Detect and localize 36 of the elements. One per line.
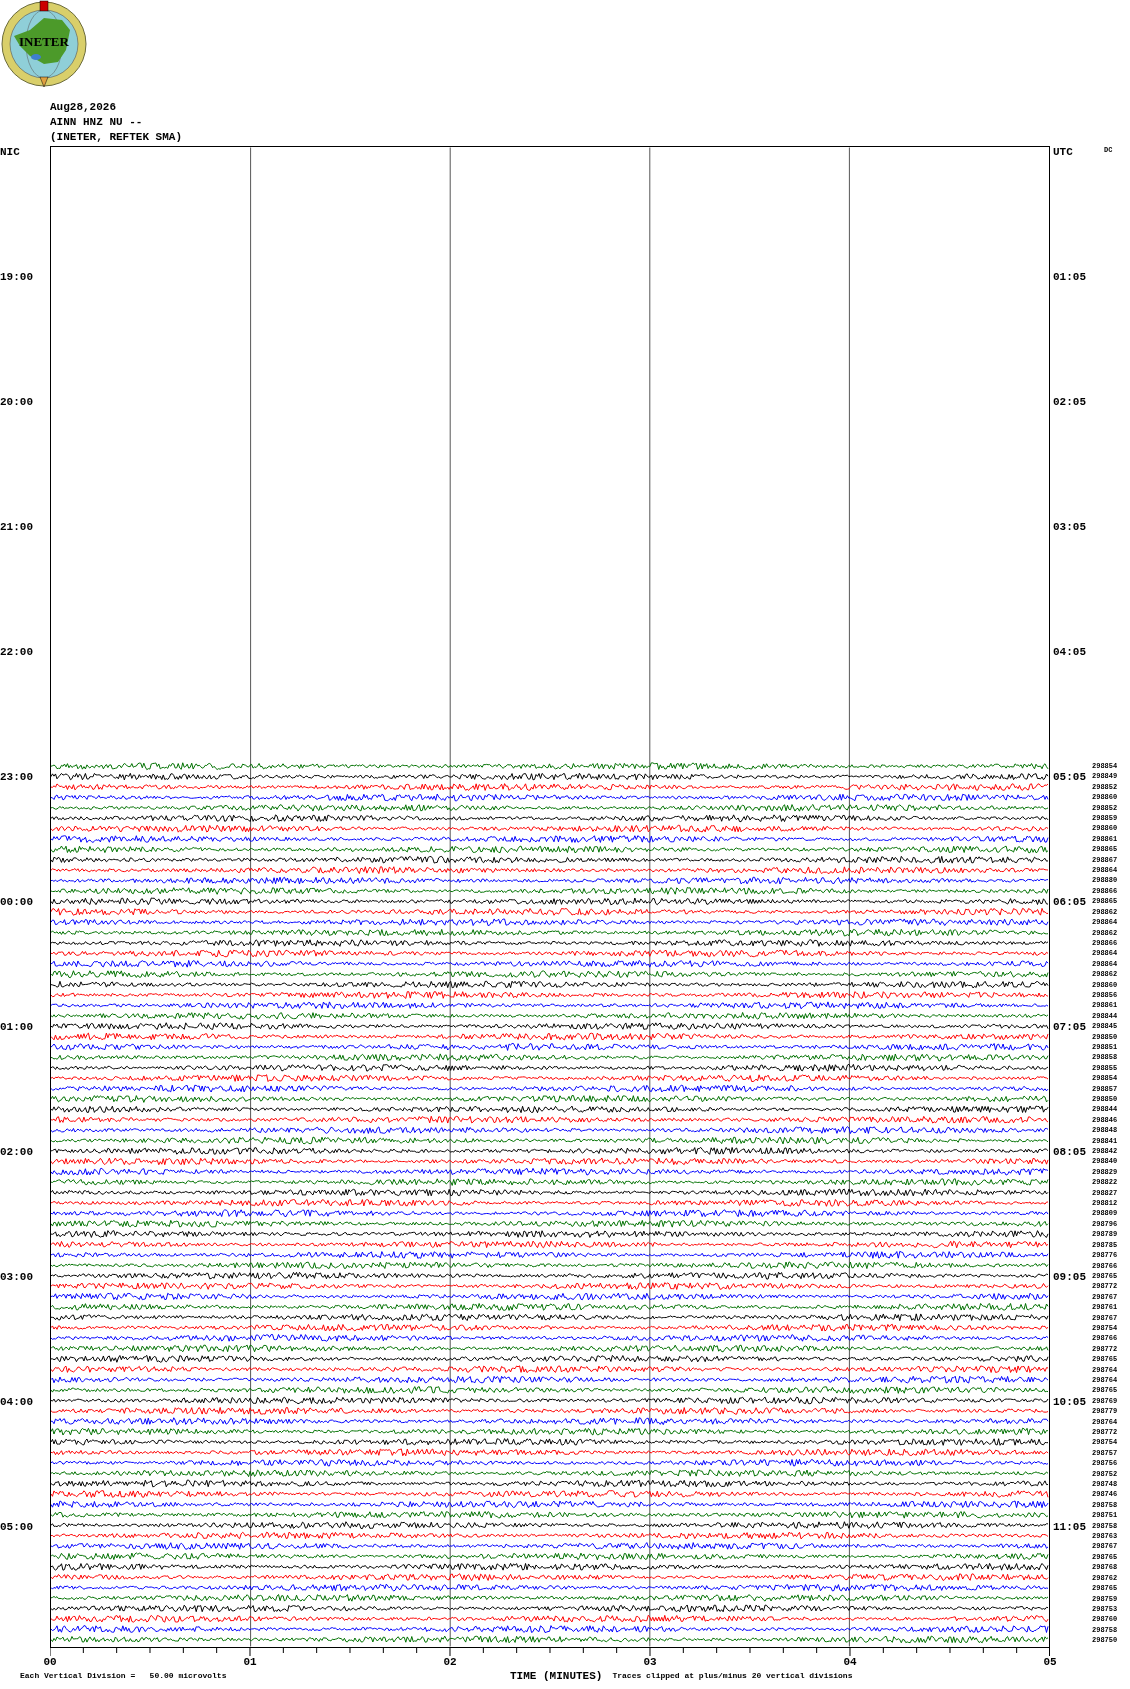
tick-label: 02 — [443, 1656, 457, 1668]
time-label: 19:00 — [0, 271, 33, 283]
time-label: 22:00 — [0, 646, 33, 658]
time-label: 02:05 — [1053, 396, 1086, 408]
axis-title: TIME (MINUTES) — [510, 1670, 603, 1682]
station-text: AINN HNZ NU -- — [50, 115, 144, 130]
time-label: 01:05 — [1053, 271, 1086, 283]
time-label: 21:00 — [0, 521, 33, 533]
time-label: 04:05 — [1053, 646, 1086, 658]
tick-label: 00 — [43, 1656, 57, 1668]
time-label: 23:00 — [0, 771, 33, 783]
scale-note: Each Vertical Division = 50.00 microvolts — [20, 1670, 228, 1682]
axis-title: NIC — [0, 146, 20, 158]
date-text: Aug28,2026 — [50, 100, 117, 115]
time-label: 05:00 — [0, 1521, 33, 1533]
time-label: 04:00 — [0, 1396, 33, 1408]
time-label: 01:00 — [0, 1021, 33, 1033]
network-text: (INETER, REFTEK SMA) — [50, 130, 184, 145]
tick-label: 03 — [643, 1656, 657, 1668]
time-label: 02:00 — [0, 1146, 33, 1158]
tick-label: 04 — [843, 1656, 857, 1668]
tick-label: 05 — [1043, 1656, 1057, 1668]
clip-note: Traces clipped at plus/minus 20 vertical divisions — [612, 1670, 853, 1682]
time-label: 07:05 — [1053, 1021, 1086, 1033]
time-label: 03:05 — [1053, 521, 1086, 533]
time-label: 00:00 — [0, 896, 33, 908]
time-label: 09:05 — [1053, 1271, 1086, 1283]
tick-label: 01 — [243, 1656, 257, 1668]
time-label: 05:05 — [1053, 771, 1086, 783]
time-label: 03:00 — [0, 1271, 33, 1283]
time-label: 06:05 — [1053, 896, 1086, 908]
time-label: 11:05 — [1053, 1521, 1086, 1533]
axis-title: UTC — [1053, 146, 1073, 158]
time-label: 20:00 — [0, 396, 33, 408]
time-label: 08:05 — [1053, 1146, 1086, 1158]
time-label: 10:05 — [1053, 1396, 1086, 1408]
